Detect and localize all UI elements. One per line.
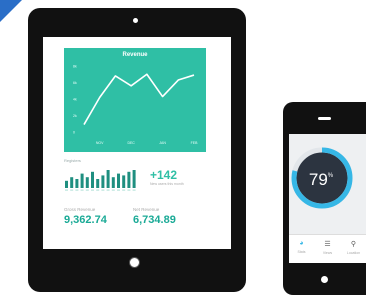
- registers-bar-chart: [65, 170, 136, 191]
- phone-tab-bar: ◕ Stats ☰ Views ⚲ Location: [289, 234, 366, 263]
- gross-revenue: Gross Revenue 9,362.74: [64, 207, 107, 226]
- register-bar: [111, 177, 115, 188]
- bar-base-mark: [75, 189, 79, 191]
- tablet-device: Revenue 8k 6k 4k 2k 0 NOV DEC JAN FEB Registers …: [28, 8, 246, 292]
- tab-location-label: Location: [346, 251, 361, 255]
- bar-base-mark: [127, 189, 131, 191]
- tab-stats-label: Stats: [297, 250, 306, 254]
- register-bar: [96, 179, 100, 188]
- pie-icon: ◕: [299, 240, 304, 247]
- phone-screen: 79% ◕ Stats ☰ Views ⚲ Location: [289, 134, 366, 263]
- register-bar: [65, 180, 68, 188]
- bar-base-mark: [111, 189, 115, 191]
- tab-location[interactable]: ⚲ Location: [341, 235, 366, 263]
- y-tick-label: 4k: [73, 98, 77, 102]
- register-bar: [70, 177, 74, 188]
- register-bar: [101, 175, 105, 188]
- register-bar: [75, 179, 79, 188]
- tablet-camera: [133, 18, 138, 23]
- bar-base-mark: [85, 189, 89, 191]
- bar-base-mark: [117, 189, 120, 191]
- gross-revenue-value: 9,362.74: [64, 214, 107, 226]
- registers-kpi: Registers +142 New users this month: [64, 158, 206, 198]
- y-tick-label: 8k: [73, 65, 77, 69]
- tablet-home-button[interactable]: [129, 257, 140, 268]
- bar-base-mark: [132, 189, 136, 191]
- register-bar: [91, 171, 94, 188]
- bar-base-mark: [70, 189, 74, 191]
- y-tick-label: 6k: [73, 81, 77, 85]
- register-bar: [122, 175, 126, 188]
- register-bar: [132, 170, 136, 188]
- net-revenue-label: Net Revenue: [133, 207, 160, 212]
- bar-base-mark: [96, 189, 100, 191]
- register-bar: [80, 173, 84, 188]
- pin-icon: ⚲: [350, 241, 357, 248]
- register-bar: [85, 177, 89, 188]
- tablet-screen: Revenue 8k 6k 4k 2k 0 NOV DEC JAN FEB Registers …: [43, 37, 231, 249]
- register-bar: [127, 171, 131, 188]
- register-bar: [106, 170, 110, 188]
- revenue-line-chart: 8k 6k 4k 2k 0 NOV DEC JAN FEB: [73, 65, 198, 146]
- bar-base-mark: [91, 189, 94, 191]
- phone-speaker: [318, 117, 331, 120]
- revenue-series-line: [83, 73, 195, 125]
- bar-base-mark: [101, 189, 105, 191]
- bar-base-mark: [65, 189, 68, 191]
- y-tick-label: 0: [73, 131, 75, 135]
- brand-corner: [0, 0, 22, 22]
- y-tick-label: 2k: [73, 114, 77, 118]
- bar-base-mark: [106, 189, 110, 191]
- x-tick-label: FEB: [191, 141, 198, 145]
- phone-device: 79% ◕ Stats ☰ Views ⚲ Location: [283, 102, 366, 295]
- list-icon: ☰: [324, 241, 331, 248]
- net-revenue-value: 6,734.89: [133, 214, 176, 226]
- kpi-value: +142: [150, 168, 178, 182]
- bar-base-mark: [80, 189, 84, 191]
- tab-views-label: Views: [322, 251, 333, 255]
- x-tick-label: DEC: [127, 141, 135, 145]
- gross-revenue-label: Gross Revenue: [64, 207, 96, 212]
- revenue-chart-card: Revenue 8k 6k 4k 2k 0 NOV DEC JAN FEB: [64, 48, 206, 152]
- bar-base-mark: [122, 189, 126, 191]
- net-revenue: Net Revenue 6,734.89: [133, 207, 176, 226]
- phone-home-button[interactable]: [321, 276, 328, 283]
- gauge-unit: %: [327, 173, 334, 179]
- kpi-label: Registers: [64, 158, 81, 163]
- kpi-subtitle: New users this month: [150, 182, 184, 186]
- x-tick-label: JAN: [159, 141, 166, 145]
- gauge-value: 79: [308, 170, 328, 189]
- x-tick-label: NOV: [96, 141, 104, 145]
- tab-stats[interactable]: ◕ Stats: [289, 235, 314, 263]
- tab-views[interactable]: ☰ Views: [315, 235, 340, 263]
- register-bar: [117, 173, 120, 188]
- gauge-readout: 79%: [291, 170, 351, 190]
